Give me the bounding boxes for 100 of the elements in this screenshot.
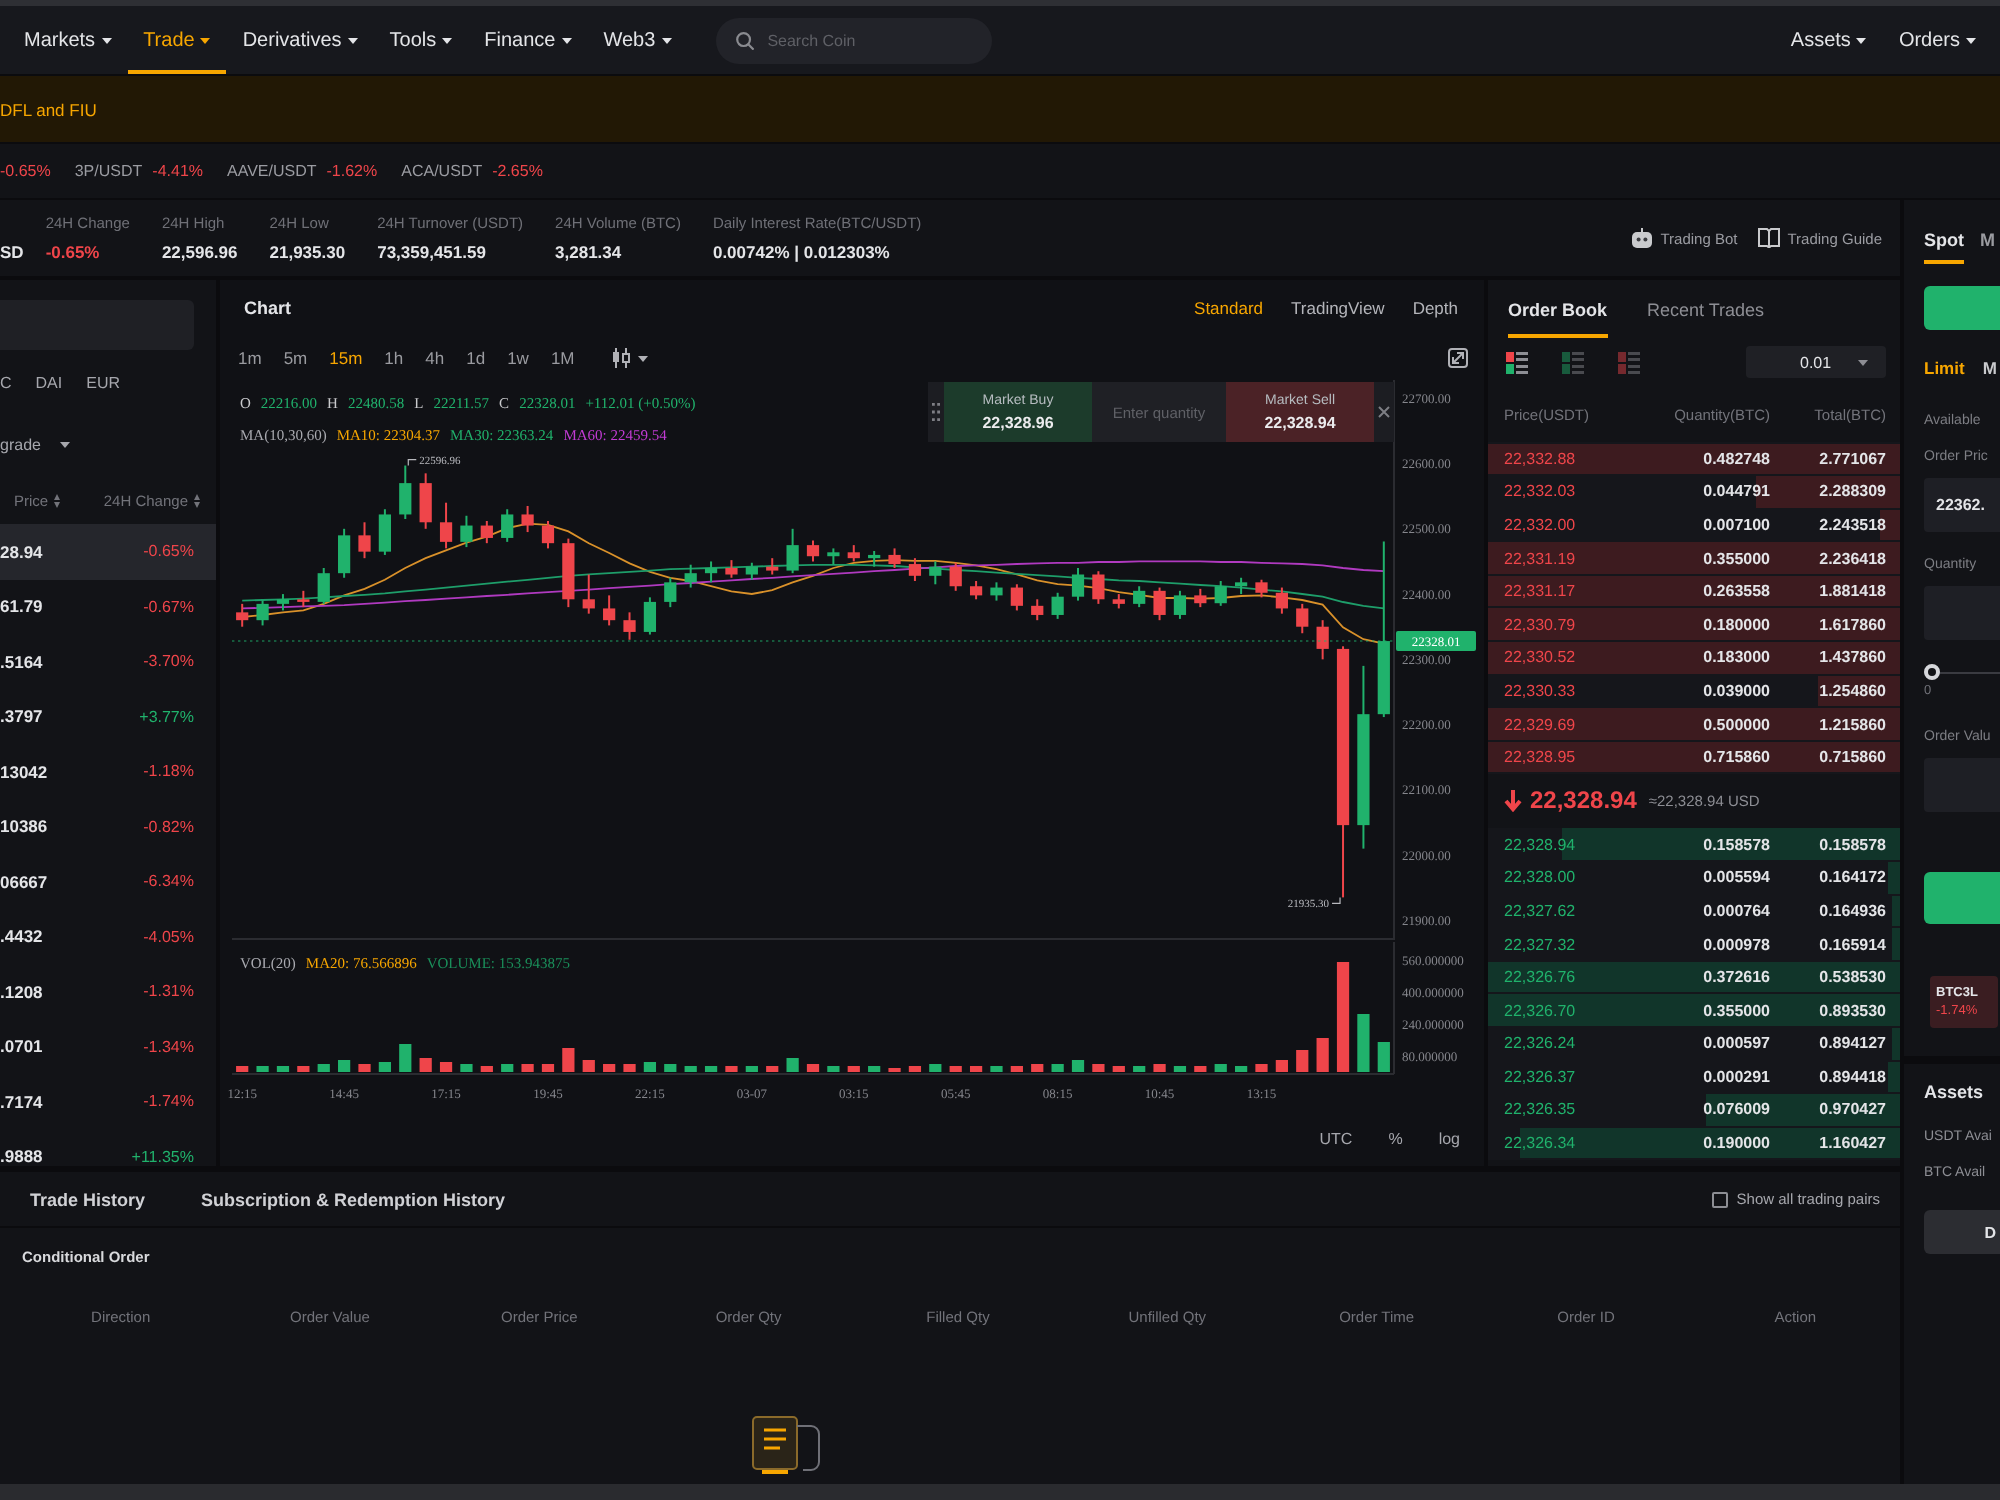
- volume-bar: [399, 1044, 412, 1072]
- trade-mode-tab[interactable]: Spot: [1924, 200, 1964, 264]
- order-book-row[interactable]: 22,330.33 0.039000 1.254860: [1488, 674, 1900, 708]
- order-book-row[interactable]: 22,326.35 0.076009 0.970427: [1488, 1093, 1900, 1127]
- order-book-row[interactable]: 22,326.34 0.190000 1.160427: [1488, 1126, 1900, 1160]
- interval-tab[interactable]: 1d: [466, 348, 486, 368]
- chart-scale-toggle[interactable]: UTC: [1319, 1129, 1353, 1147]
- nav-menu-item[interactable]: Derivatives: [226, 6, 374, 74]
- market-row[interactable]: 28.94 -0.65%: [0, 524, 216, 579]
- order-book-row[interactable]: 22,332.03 0.044791 2.288309: [1488, 475, 1900, 509]
- order-price: 22,326.34: [1504, 1134, 1578, 1153]
- order-total: 1.617860: [1817, 615, 1886, 634]
- amount-slider[interactable]: [1924, 664, 2000, 680]
- nav-menu-item[interactable]: Markets: [8, 6, 128, 74]
- market-row[interactable]: .1208 -1.31%: [0, 964, 216, 1019]
- orders-tab[interactable]: Subscription & Redemption History: [179, 1172, 528, 1226]
- chart-scale-toggle[interactable]: log: [1438, 1129, 1460, 1147]
- interval-tab[interactable]: 5m: [283, 348, 308, 368]
- order-type-tab[interactable]: M: [1982, 358, 1997, 378]
- search-field[interactable]: Search Coin: [715, 17, 992, 63]
- expand-icon[interactable]: [1448, 348, 1468, 368]
- chart-view-tab[interactable]: Standard: [1194, 298, 1264, 318]
- ticker-pair[interactable]: 3P/USDT: [74, 162, 143, 180]
- order-book-row[interactable]: 22,332.00 0.007100 2.243518: [1488, 508, 1900, 542]
- price-input[interactable]: 22362.: [1924, 478, 2000, 532]
- caret-icon: [101, 37, 112, 43]
- nav-menu-item[interactable]: Web3: [587, 6, 688, 74]
- nav-menu-item[interactable]: Tools: [373, 6, 469, 74]
- order-book-row[interactable]: 22,326.70 0.355000 0.893530: [1488, 993, 1900, 1027]
- chart-scale-toggle[interactable]: %: [1388, 1129, 1403, 1147]
- order-book-row[interactable]: 22,326.24 0.000597 0.894127: [1488, 1027, 1900, 1061]
- market-price: 28.94: [0, 541, 43, 562]
- candlestick-icon[interactable]: [612, 348, 631, 368]
- ticker-pair[interactable]: ACA/USDT: [401, 162, 483, 180]
- market-row[interactable]: .7174 -1.74%: [0, 1074, 216, 1129]
- order-book-row[interactable]: 22,326.76 0.372616 0.538530: [1488, 960, 1900, 994]
- trade-mode-tab[interactable]: M: [1980, 200, 1995, 264]
- market-row[interactable]: .3797 +3.77%: [0, 689, 216, 744]
- interval-tab[interactable]: 4h: [425, 348, 445, 368]
- order-book-row[interactable]: 22,331.17 0.263558 1.881418: [1488, 574, 1900, 608]
- interval-tab[interactable]: 1m: [238, 348, 262, 368]
- market-row[interactable]: .4432 -4.05%: [0, 909, 216, 964]
- drag-handle-icon[interactable]: [928, 382, 944, 442]
- interval-tab[interactable]: 1M: [550, 348, 575, 368]
- order-book-row[interactable]: 22,328.94 0.158578 0.158578: [1488, 827, 1900, 862]
- filter-dropdown[interactable]: grade: [0, 434, 71, 454]
- checkbox[interactable]: [1712, 1191, 1729, 1207]
- ticker-pair[interactable]: AAVE/USDT: [227, 162, 317, 180]
- volume-bar: [460, 1064, 473, 1072]
- market-row[interactable]: .0701 -1.34%: [0, 1019, 216, 1074]
- side-toggle[interactable]: [1924, 286, 2000, 330]
- order-type-tab[interactable]: Limit: [1924, 358, 1965, 378]
- order-quantity: 0.005594: [1701, 868, 1770, 887]
- precision-dropdown[interactable]: 0.01: [1746, 346, 1886, 378]
- order-book-row[interactable]: 22,328.95 0.715860 0.715860: [1488, 740, 1900, 774]
- market-price: .5164: [0, 651, 43, 672]
- market-row[interactable]: .5164 -3.70%: [0, 634, 216, 689]
- quote-tab[interactable]: DAI: [35, 374, 63, 394]
- asks-book-icon[interactable]: [1618, 351, 1640, 373]
- close-icon[interactable]: [1374, 382, 1394, 442]
- volume-bar: [1377, 1042, 1390, 1072]
- action-button[interactable]: D: [1924, 1210, 2000, 1254]
- order-book-row[interactable]: 22,326.37 0.000291 0.894418: [1488, 1060, 1900, 1094]
- order-book-row[interactable]: 22,329.69 0.500000 1.215860: [1488, 707, 1900, 741]
- market-price: .7174: [0, 1091, 43, 1112]
- candle: [949, 561, 962, 592]
- split-book-icon[interactable]: [1506, 351, 1528, 373]
- nav-menu-item[interactable]: Finance: [468, 6, 588, 74]
- quote-tab[interactable]: C: [0, 374, 12, 394]
- slider-thumb[interactable]: [1924, 664, 1940, 680]
- interval-tab[interactable]: 15m: [329, 348, 363, 368]
- order-book-tab[interactable]: Recent Trades: [1647, 280, 1765, 338]
- order-price: 22,326.37: [1504, 1067, 1578, 1086]
- volume-bar: [725, 1066, 738, 1072]
- market-row[interactable]: 10386 -0.82%: [0, 799, 216, 854]
- market-row[interactable]: 61.79 -0.67%: [0, 579, 216, 634]
- market-row[interactable]: 06667 -6.34%: [0, 854, 216, 909]
- chart-view-tab[interactable]: TradingView: [1291, 298, 1385, 318]
- order-book-row[interactable]: 22,332.88 0.482748 2.771067: [1488, 442, 1900, 476]
- candle: [1316, 619, 1329, 661]
- interval-tab[interactable]: 1w: [507, 348, 529, 368]
- market-price: 10386: [0, 816, 48, 837]
- order-quantity: 0.158578: [1701, 835, 1770, 854]
- order-book-row[interactable]: 22,330.52 0.183000 1.437860: [1488, 641, 1900, 675]
- order-book-row[interactable]: 22,330.79 0.180000 1.617860: [1488, 607, 1900, 642]
- nav-menu-item[interactable]: Assets: [1774, 6, 1883, 74]
- announcement-text[interactable]: DFL and FIU: [0, 99, 97, 119]
- bids-book-icon[interactable]: [1562, 351, 1584, 373]
- order-book-tab[interactable]: Order Book: [1508, 280, 1608, 338]
- market-row[interactable]: 13042 -1.18%: [0, 744, 216, 799]
- orders-tab[interactable]: Trade History: [8, 1172, 168, 1226]
- order-book-row[interactable]: 22,327.32 0.000978 0.165914: [1488, 927, 1900, 961]
- interval-tab[interactable]: 1h: [384, 348, 404, 368]
- nav-menu-item[interactable]: Orders: [1882, 6, 1992, 74]
- chart-view-tab[interactable]: Depth: [1412, 298, 1458, 318]
- quote-tab[interactable]: EUR: [86, 374, 121, 394]
- order-book-row[interactable]: 22,328.00 0.005594 0.164172: [1488, 861, 1900, 895]
- market-row[interactable]: .9888 +11.35%: [0, 1129, 216, 1166]
- order-book-row[interactable]: 22,331.19 0.355000 2.236418: [1488, 541, 1900, 575]
- order-book-row[interactable]: 22,327.62 0.000764 0.164936: [1488, 894, 1900, 928]
